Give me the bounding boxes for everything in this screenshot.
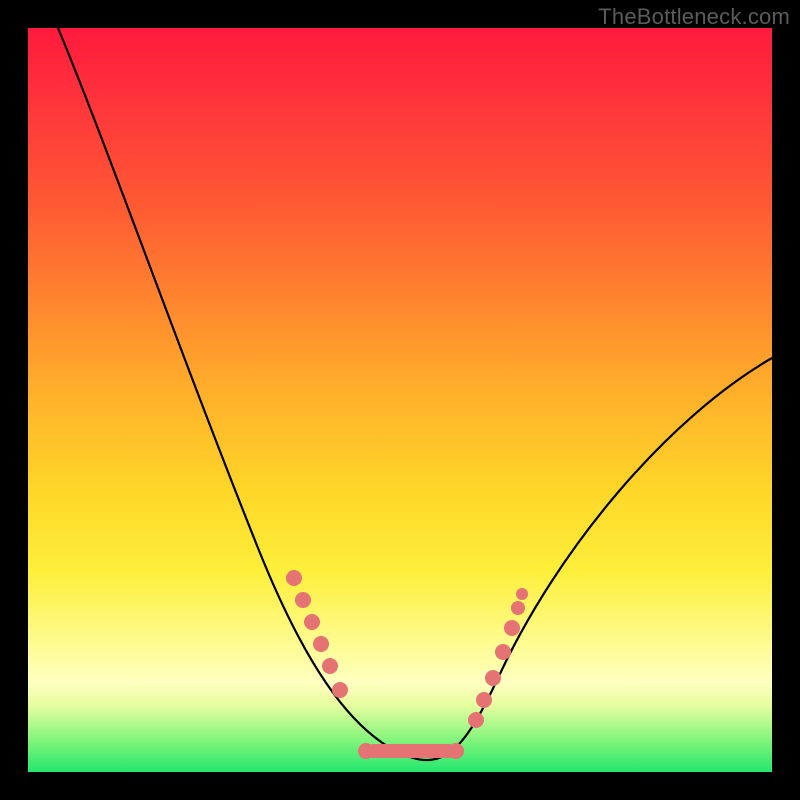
marker-cluster-bottom	[358, 743, 464, 759]
marker-cluster-right	[468, 588, 528, 728]
plot-area	[28, 28, 772, 772]
bottleneck-curve	[58, 28, 772, 760]
chart-svg	[28, 28, 772, 772]
marker-cluster-left	[286, 570, 348, 698]
chart-frame: TheBottleneck.com	[0, 0, 800, 800]
watermark-text: TheBottleneck.com	[598, 4, 790, 30]
